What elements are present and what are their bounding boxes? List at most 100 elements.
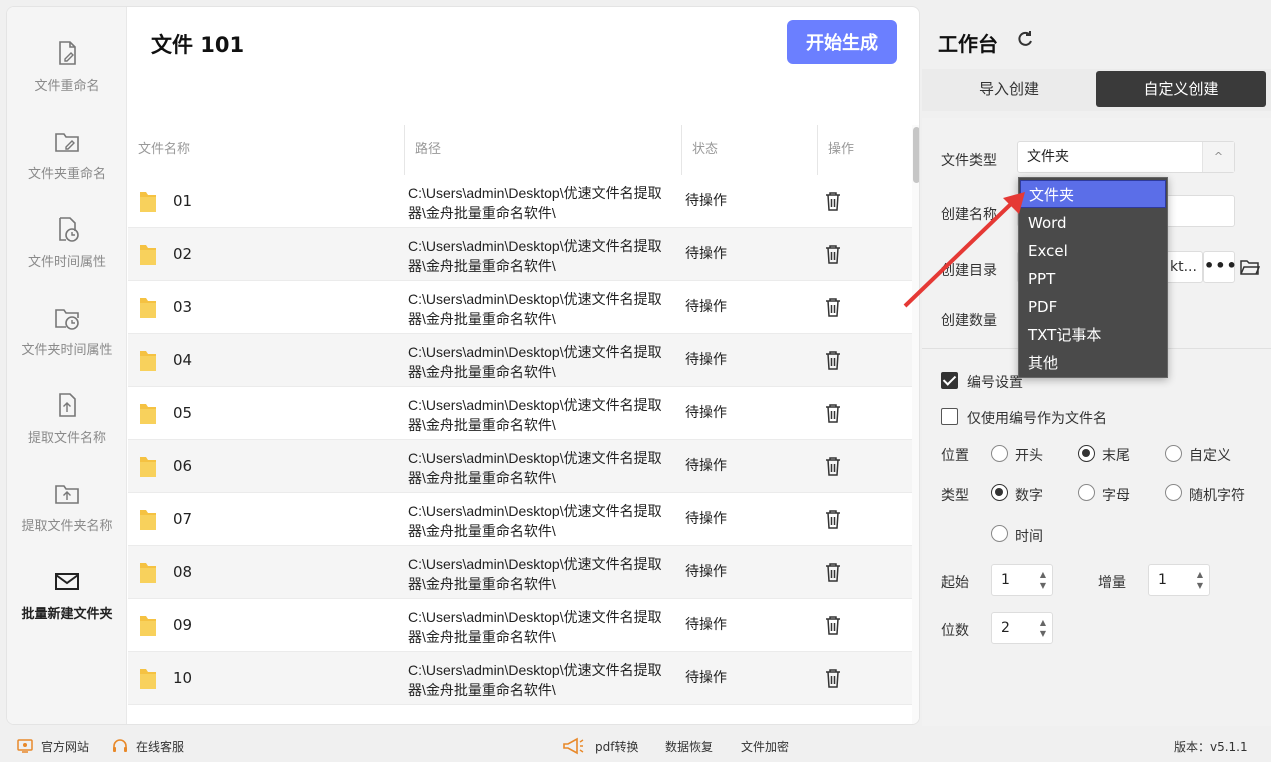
file-encrypt-link[interactable]: 文件加密	[741, 738, 789, 755]
file-name-cell: 04	[173, 351, 193, 369]
digits-value: 2	[1001, 620, 1010, 636]
delete-icon[interactable]	[825, 297, 841, 317]
megaphone-icon	[563, 737, 584, 755]
start-generate-button[interactable]: 开始生成	[787, 20, 897, 64]
position-label: 位置	[941, 448, 969, 464]
scrollbar-thumb[interactable]	[913, 127, 919, 183]
data-recovery-link[interactable]: 数据恢复	[665, 738, 713, 755]
dropdown-option-other[interactable]: 其他	[1020, 349, 1166, 377]
delete-icon[interactable]	[825, 562, 841, 582]
table-row[interactable]: 10 C:\Users\admin\Desktop\优速文件名提取器\金舟批量重命…	[128, 652, 912, 705]
delete-icon[interactable]	[825, 509, 841, 529]
file-path-cell: C:\Users\admin\Desktop\优速文件名提取器\金舟批量重命名软…	[408, 185, 662, 221]
folder-edit-icon	[55, 133, 79, 152]
table-row[interactable]: 07 C:\Users\admin\Desktop\优速文件名提取器\金舟批量重命…	[128, 493, 912, 546]
table-row[interactable]: 08 C:\Users\admin\Desktop\优速文件名提取器\金舟批量重命…	[128, 546, 912, 599]
stepper-down-icon[interactable]: ▼	[1040, 629, 1046, 639]
sidebar-item-batch-folder[interactable]: 批量新建文件夹	[7, 567, 127, 647]
file-name-cell: 03	[173, 298, 193, 316]
table-row[interactable]: 09 C:\Users\admin\Desktop\优速文件名提取器\金舟批量重命…	[128, 599, 912, 652]
digits-stepper[interactable]: 2 ▲ ▼	[991, 612, 1053, 644]
increment-stepper[interactable]: 1 ▲ ▼	[1148, 564, 1210, 596]
type-radio-letter[interactable]	[1078, 484, 1095, 501]
sidebar-item-folder-time[interactable]: 文件夹时间属性	[7, 303, 127, 383]
table-row[interactable]: 02 C:\Users\admin\Desktop\优速文件名提取器\金舟批量重命…	[128, 228, 912, 281]
position-radio-start[interactable]	[991, 445, 1008, 462]
start-value: 1	[1001, 572, 1010, 588]
status-cell: 待操作	[685, 352, 727, 368]
numbering-checkbox[interactable]	[941, 372, 958, 389]
delete-icon[interactable]	[825, 191, 841, 211]
stepper-up-icon[interactable]: ▲	[1197, 570, 1203, 580]
version-text: 版本：v5.1.1	[1174, 740, 1248, 754]
stepper-down-icon[interactable]: ▼	[1197, 581, 1203, 591]
file-type-select[interactable]: 文件夹 ^	[1017, 141, 1235, 173]
open-folder-icon[interactable]	[1240, 258, 1260, 276]
table-row[interactable]: 05 C:\Users\admin\Desktop\优速文件名提取器\金舟批量重命…	[128, 387, 912, 440]
online-support-link[interactable]: 在线客服	[136, 738, 184, 755]
table-row[interactable]: 04 C:\Users\admin\Desktop\优速文件名提取器\金舟批量重命…	[128, 334, 912, 387]
folder-icon	[140, 510, 156, 530]
stepper-up-icon[interactable]: ▲	[1040, 570, 1046, 580]
status-cell: 待操作	[685, 458, 727, 474]
delete-icon[interactable]	[825, 350, 841, 370]
delete-icon[interactable]	[825, 456, 841, 476]
mail-folder-icon	[55, 573, 79, 590]
stepper-up-icon[interactable]: ▲	[1040, 618, 1046, 628]
sidebar-item-extract-file[interactable]: 提取文件名称	[7, 391, 127, 471]
file-path-cell: C:\Users\admin\Desktop\优速文件名提取器\金舟批量重命名软…	[408, 291, 662, 327]
file-name-cell: 10	[173, 669, 193, 687]
only-number-label: 仅使用编号作为文件名	[967, 411, 1107, 427]
dropdown-option-txt[interactable]: TXT记事本	[1020, 321, 1166, 349]
delete-icon[interactable]	[825, 615, 841, 635]
sidebar-item-file-rename[interactable]: 文件重命名	[7, 39, 127, 119]
sidebar-item-folder-rename[interactable]: 文件夹重命名	[7, 127, 127, 207]
tab-custom-create[interactable]: 自定义创建	[1096, 71, 1266, 107]
table-row[interactable]: 01 C:\Users\admin\Desktop\优速文件名提取器\金舟批量重命…	[128, 175, 912, 228]
file-name-cell: 06	[173, 457, 193, 475]
table-row[interactable]: 06 C:\Users\admin\Desktop\优速文件名提取器\金舟批量重命…	[128, 440, 912, 493]
chevron-up-icon: ^	[1202, 142, 1234, 172]
file-path-cell: C:\Users\admin\Desktop\优速文件名提取器\金舟批量重命名软…	[408, 450, 662, 486]
only-number-checkbox[interactable]	[941, 408, 958, 425]
position-radio-end[interactable]	[1078, 445, 1095, 462]
pdf-convert-link[interactable]: pdf转换	[595, 738, 638, 755]
type-option-label: 字母	[1102, 488, 1130, 504]
annotation-arrow-icon	[903, 192, 1025, 308]
sidebar-item-extract-folder[interactable]: 提取文件夹名称	[7, 479, 127, 559]
type-radio-time[interactable]	[991, 525, 1008, 542]
delete-icon[interactable]	[825, 403, 841, 423]
file-clock-icon	[59, 217, 79, 242]
delete-icon[interactable]	[825, 244, 841, 264]
file-type-label: 文件类型	[941, 153, 997, 169]
more-options-button[interactable]: •••	[1203, 251, 1237, 283]
type-option-label: 数字	[1015, 488, 1043, 504]
position-option-label: 开头	[1015, 448, 1043, 464]
stepper-down-icon[interactable]: ▼	[1040, 581, 1046, 591]
file-path-cell: C:\Users\admin\Desktop\优速文件名提取器\金舟批量重命名软…	[408, 344, 662, 380]
main-card: 文件重命名 文件夹重命名 文件时间属性 文件夹时间属性 提取文件名称 提取文件夹…	[6, 6, 920, 725]
table-row[interactable]: 03 C:\Users\admin\Desktop\优速文件名提取器\金舟批量重命…	[128, 281, 912, 334]
status-cell: 待操作	[685, 511, 727, 527]
type-radio-random[interactable]	[1165, 484, 1182, 501]
position-radio-custom[interactable]	[1165, 445, 1182, 462]
table-header: 文件名称 路径 状态 操作	[128, 125, 912, 175]
refresh-icon[interactable]	[1016, 30, 1034, 48]
file-name-cell: 02	[173, 245, 193, 263]
folder-icon	[140, 192, 156, 212]
position-option-label: 自定义	[1189, 448, 1231, 464]
sidebar-item-file-time[interactable]: 文件时间属性	[7, 215, 127, 295]
type-radio-number[interactable]	[991, 484, 1008, 501]
file-upload-icon	[59, 393, 76, 417]
column-header-path: 路径	[415, 142, 442, 157]
file-edit-icon	[59, 41, 76, 65]
sidebar-item-label: 批量新建文件夹	[21, 607, 113, 622]
tab-import-create[interactable]: 导入创建	[928, 71, 1090, 107]
file-name-cell: 07	[173, 510, 193, 528]
official-website-link[interactable]: 官方网站	[41, 738, 89, 755]
delete-icon[interactable]	[825, 668, 841, 688]
increment-value: 1	[1158, 572, 1167, 588]
start-stepper[interactable]: 1 ▲ ▼	[991, 564, 1053, 596]
increment-label: 增量	[1098, 575, 1126, 591]
column-header-action: 操作	[828, 142, 855, 157]
